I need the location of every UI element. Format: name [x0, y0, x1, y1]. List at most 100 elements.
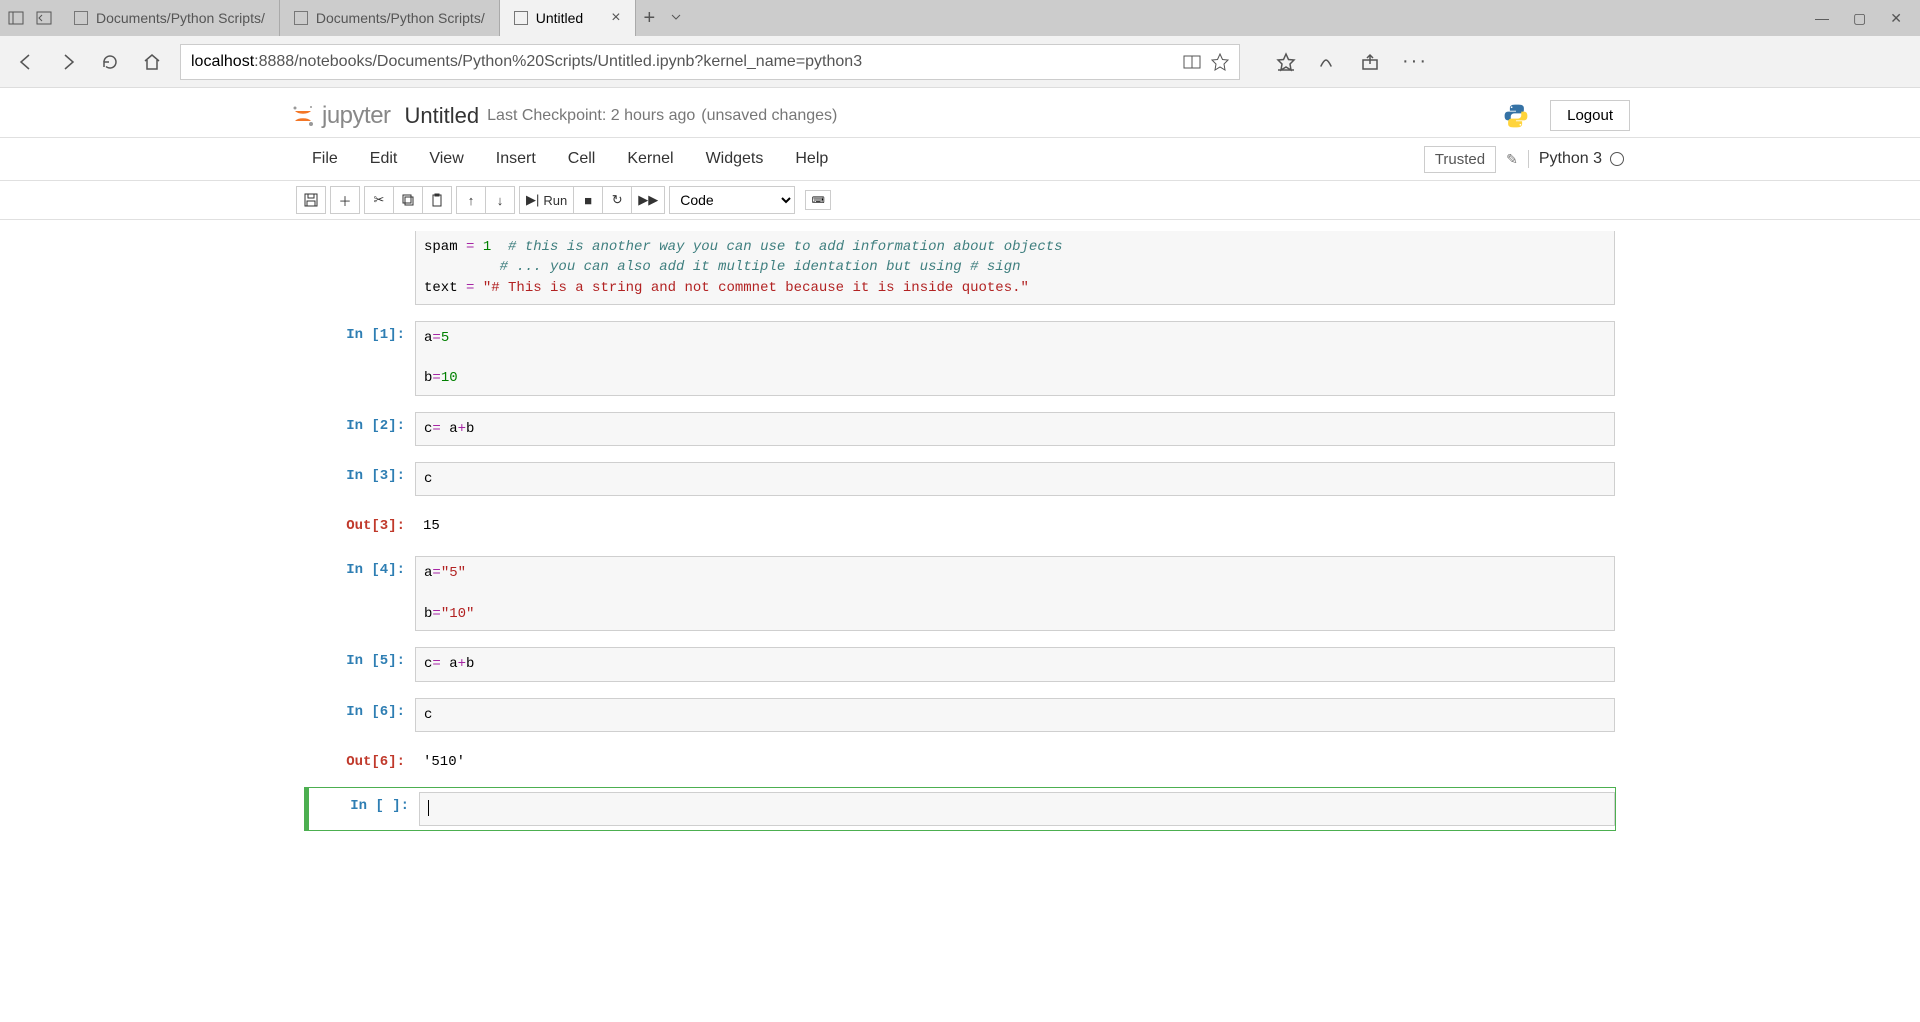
- tab-label: Untitled: [536, 10, 583, 26]
- tab-overflow-chevron[interactable]: [663, 10, 689, 27]
- window-controls: — ▢ ✕: [1797, 10, 1920, 27]
- menu-edit[interactable]: Edit: [354, 150, 414, 168]
- copy-icon: [401, 193, 415, 207]
- cell-prompt: [305, 231, 415, 305]
- cell-input[interactable]: [419, 792, 1615, 826]
- stop-icon: ■: [584, 193, 592, 208]
- save-icon: [304, 193, 318, 207]
- close-window-button[interactable]: ✕: [1890, 10, 1902, 27]
- scissors-icon: ✂: [374, 192, 385, 208]
- cell-prompt: In [4]:: [305, 556, 415, 631]
- cell-prompt: In [3]:: [305, 462, 415, 496]
- output-value: 15: [415, 512, 1615, 540]
- cell-input[interactable]: c: [415, 462, 1615, 496]
- move-down-button[interactable]: ↓: [485, 186, 515, 214]
- browser-tab-1[interactable]: Documents/Python Scripts/: [60, 0, 280, 36]
- reading-view-icon[interactable]: [1183, 53, 1201, 71]
- code-cell-5[interactable]: In [5]: c= a+b: [304, 642, 1616, 686]
- restart-run-all-button[interactable]: ▶▶: [631, 186, 665, 214]
- cell-prompt: In [ ]:: [309, 792, 419, 826]
- move-up-button[interactable]: ↑: [456, 186, 486, 214]
- notes-icon[interactable]: [1318, 52, 1338, 72]
- code-cell-4[interactable]: In [4]: a="5" b="10": [304, 551, 1616, 636]
- cell-input[interactable]: spam = 1 # this is another way you can u…: [415, 231, 1615, 305]
- trusted-indicator[interactable]: Trusted: [1424, 146, 1496, 173]
- output-prompt: Out[3]:: [305, 512, 415, 540]
- kernel-name[interactable]: Python 3: [1528, 150, 1624, 168]
- code-cell-6[interactable]: In [6]: c: [304, 693, 1616, 737]
- toolbar: ＋ ✂ ↑ ↓ ▶| Run ■ ↻ ▶▶ Code ⌨: [290, 181, 1630, 219]
- share-icon[interactable]: [1360, 52, 1380, 72]
- address-bar: localhost:8888/notebooks/Documents/Pytho…: [0, 36, 1920, 88]
- cell-input[interactable]: a=5 b=10: [415, 321, 1615, 396]
- minimize-button[interactable]: —: [1815, 10, 1829, 27]
- favorite-star-icon[interactable]: [1211, 53, 1229, 71]
- interrupt-button[interactable]: ■: [573, 186, 603, 214]
- menubar-wrap: File Edit View Insert Cell Kernel Widget…: [0, 138, 1920, 181]
- back-button[interactable]: [16, 52, 36, 72]
- jupyter-logo[interactable]: jupyter: [290, 102, 391, 130]
- arrow-down-icon: ↓: [497, 193, 504, 208]
- cell-input[interactable]: c: [415, 698, 1615, 732]
- cut-button[interactable]: ✂: [364, 186, 394, 214]
- run-step-icon: ▶|: [526, 192, 539, 208]
- notebook-scroll[interactable]: spam = 1 # this is another way you can u…: [0, 220, 1920, 1022]
- new-tab-button[interactable]: +: [636, 7, 664, 30]
- cell-input[interactable]: c= a+b: [415, 412, 1615, 446]
- pencil-icon[interactable]: ✎: [1506, 151, 1518, 168]
- python-logo-icon: [1502, 102, 1530, 130]
- page-icon: [294, 11, 308, 25]
- cut-copy-paste-group: ✂: [364, 186, 452, 214]
- refresh-button[interactable]: [100, 52, 120, 72]
- notebook-title[interactable]: Untitled: [405, 103, 480, 129]
- url-input[interactable]: localhost:8888/notebooks/Documents/Pytho…: [180, 44, 1240, 80]
- code-cell-partial[interactable]: spam = 1 # this is another way you can u…: [304, 226, 1616, 310]
- browser-tab-2[interactable]: Documents/Python Scripts/: [280, 0, 500, 36]
- copy-button[interactable]: [393, 186, 423, 214]
- favorites-hub-icon[interactable]: [1276, 52, 1296, 72]
- menu-help[interactable]: Help: [779, 150, 844, 168]
- run-button[interactable]: ▶| Run: [519, 186, 574, 214]
- forward-button[interactable]: [58, 52, 78, 72]
- restart-button[interactable]: ↻: [602, 186, 632, 214]
- jupyter-header: jupyter Untitled Last Checkpoint: 2 hour…: [0, 88, 1920, 138]
- paste-button[interactable]: [422, 186, 452, 214]
- cell-input[interactable]: c= a+b: [415, 647, 1615, 681]
- output-cell-3: Out[3]: 15: [304, 507, 1616, 545]
- cell-prompt: In [2]:: [305, 412, 415, 446]
- menu-kernel[interactable]: Kernel: [611, 150, 689, 168]
- checkpoint-status: Last Checkpoint: 2 hours ago: [487, 107, 695, 125]
- tab-aside-icon[interactable]: [36, 10, 52, 26]
- close-tab-icon[interactable]: ×: [611, 9, 620, 27]
- save-button[interactable]: [296, 186, 326, 214]
- cell-type-select[interactable]: Code: [669, 186, 795, 214]
- command-palette-button[interactable]: ⌨: [805, 190, 831, 210]
- menu-file[interactable]: File: [296, 150, 354, 168]
- page-icon: [74, 11, 88, 25]
- menu-view[interactable]: View: [413, 150, 479, 168]
- logout-button[interactable]: Logout: [1550, 100, 1630, 131]
- sidebar-toggle-icon[interactable]: [8, 10, 24, 26]
- restart-icon: ↻: [612, 192, 623, 208]
- menu-widgets[interactable]: Widgets: [690, 150, 780, 168]
- tab-label: Documents/Python Scripts/: [96, 10, 265, 26]
- more-menu-icon[interactable]: ···: [1402, 50, 1428, 73]
- code-cell-2[interactable]: In [2]: c= a+b: [304, 407, 1616, 451]
- unsaved-indicator: (unsaved changes): [701, 107, 837, 125]
- home-button[interactable]: [142, 52, 162, 72]
- nav-buttons: [16, 52, 162, 72]
- output-value: '510': [415, 748, 1615, 776]
- browser-action-icons: ···: [1258, 50, 1428, 73]
- add-cell-button[interactable]: ＋: [330, 186, 360, 214]
- menu-insert[interactable]: Insert: [480, 150, 552, 168]
- code-cell-1[interactable]: In [1]: a=5 b=10: [304, 316, 1616, 401]
- code-cell-3[interactable]: In [3]: c: [304, 457, 1616, 501]
- browser-tab-3[interactable]: Untitled ×: [500, 0, 636, 36]
- cell-input[interactable]: a="5" b="10": [415, 556, 1615, 631]
- browser-chrome: Documents/Python Scripts/ Documents/Pyth…: [0, 0, 1920, 88]
- menu-cell[interactable]: Cell: [552, 150, 612, 168]
- maximize-button[interactable]: ▢: [1853, 10, 1866, 27]
- jupyter-logo-icon: [290, 103, 316, 129]
- move-cell-group: ↑ ↓: [456, 186, 515, 214]
- code-cell-empty-selected[interactable]: In [ ]:: [304, 787, 1616, 831]
